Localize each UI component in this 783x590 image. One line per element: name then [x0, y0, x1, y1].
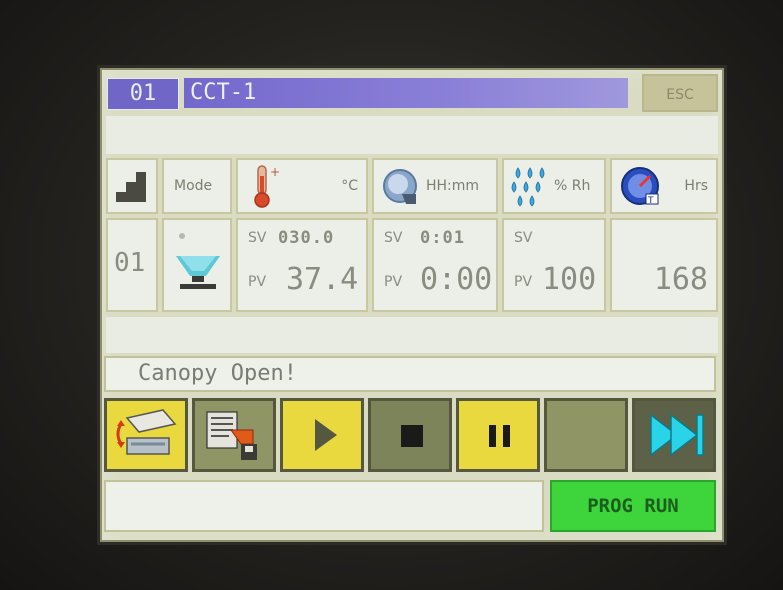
temperature-header: + °C: [236, 158, 368, 214]
time-unit: HH:mm: [426, 178, 480, 194]
svg-text:+: +: [270, 165, 280, 179]
mode-header: Mode: [162, 158, 232, 214]
time-setpoint: 0:01: [420, 228, 465, 248]
temperature-process-value: 37.4: [286, 262, 359, 297]
thermometer-icon: +: [254, 165, 280, 208]
blank-button[interactable]: [544, 398, 628, 472]
gauge-icon: T: [621, 167, 659, 206]
skip-next-button[interactable]: [632, 398, 716, 472]
time-pv-label: PV: [384, 274, 403, 290]
humidity-cell[interactable]: SV PV 100: [502, 218, 606, 312]
time-process-value: 0:00: [420, 262, 493, 297]
hmi-screen: 01 CCT-1 ESC Mode + °C HH:mm % Rh T Hrs …: [100, 68, 724, 542]
header-blank-strip: [106, 116, 718, 154]
time-cell[interactable]: SV 0:01 PV 0:00: [372, 218, 498, 312]
skip-next-icon: [650, 413, 704, 457]
mode-cell[interactable]: [162, 218, 232, 312]
temperature-unit: °C: [341, 178, 358, 194]
humidity-pv-label: PV: [514, 274, 533, 290]
water-drops-icon: [511, 167, 545, 207]
hours-unit: Hrs: [684, 178, 708, 194]
step-value: 01: [114, 248, 146, 278]
time-header: HH:mm: [372, 158, 498, 214]
temperature-pv-label: PV: [248, 274, 267, 290]
temperature-sv-label: SV: [248, 230, 267, 246]
spray-nozzle-icon: [176, 233, 220, 289]
humidity-sv-label: SV: [514, 230, 533, 246]
stop-icon: [401, 425, 423, 447]
header-bar: 01 CCT-1 ESC: [102, 70, 722, 114]
canopy-open-icon: [116, 409, 177, 455]
status-message-field: [104, 480, 544, 532]
pause-icon: [489, 425, 510, 447]
humidity-process-value: 100: [542, 262, 597, 297]
time-sv-label: SV: [384, 230, 403, 246]
program-button[interactable]: [192, 398, 276, 472]
step-stairs-icon: [116, 172, 146, 202]
humidity-unit: % Rh: [554, 178, 591, 194]
screen-title: CCT-1: [184, 78, 628, 108]
temperature-cell[interactable]: SV 030.0 PV 37.4: [236, 218, 368, 312]
prog-run-status: PROG RUN: [550, 480, 716, 532]
svg-text:T: T: [647, 196, 654, 206]
hours-value: 168: [653, 262, 708, 297]
program-edit-icon: [206, 411, 257, 460]
canopy-button[interactable]: [104, 398, 188, 472]
pause-button[interactable]: [456, 398, 540, 472]
play-icon: [315, 419, 337, 451]
step-header: [106, 158, 158, 214]
temperature-setpoint: 030.0: [278, 228, 335, 248]
esc-button[interactable]: ESC: [642, 74, 718, 112]
hours-cell[interactable]: 168: [610, 218, 718, 312]
step-cell[interactable]: 01: [106, 218, 158, 312]
clock-icon: [383, 169, 417, 204]
mode-label: Mode: [174, 178, 213, 194]
alarm-message: Canopy Open!: [104, 356, 716, 392]
humidity-header: % Rh: [502, 158, 606, 214]
screen-number: 01: [107, 78, 179, 110]
hours-header: T Hrs: [610, 158, 718, 214]
stop-button[interactable]: [368, 398, 452, 472]
start-button[interactable]: [280, 398, 364, 472]
status-blank-strip: [106, 317, 718, 353]
